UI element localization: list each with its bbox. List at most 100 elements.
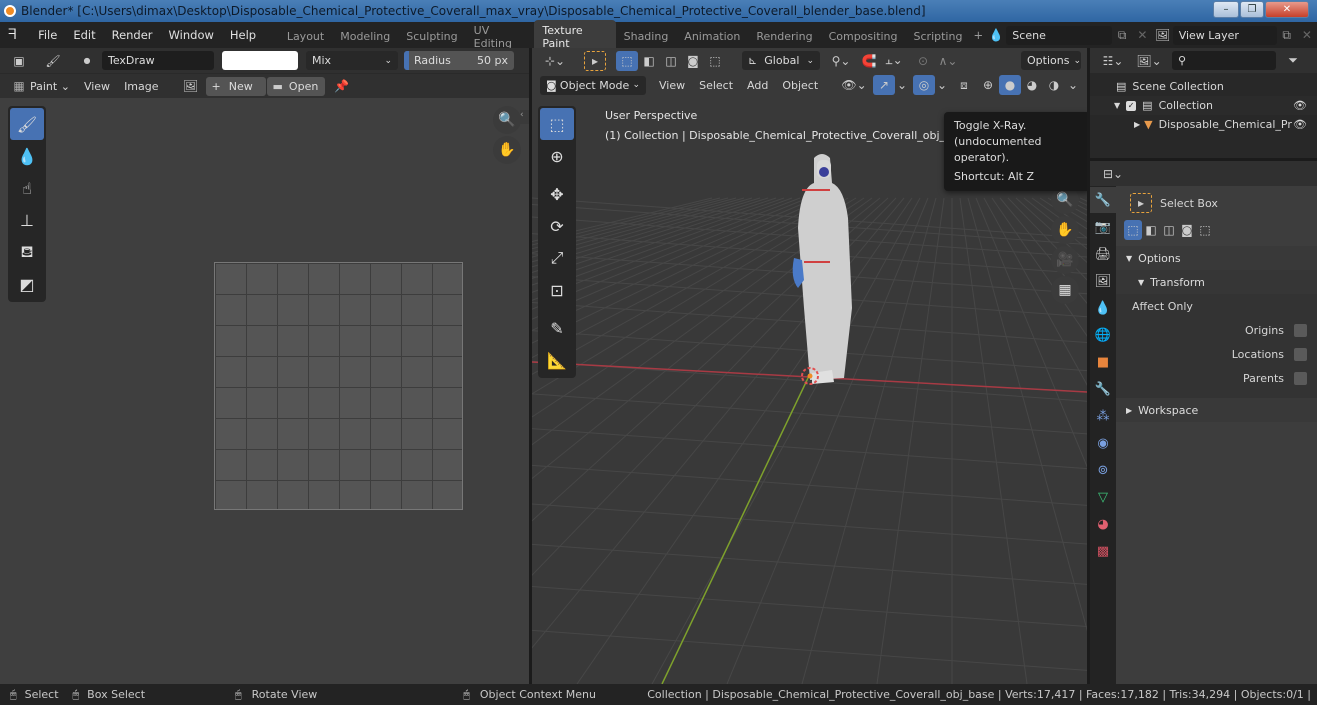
brush-color-swatch[interactable] xyxy=(222,51,298,70)
properties-editor-type-icon[interactable]: ⊟⌄ xyxy=(1098,164,1128,184)
tab-sculpting[interactable]: Sculpting xyxy=(398,26,465,47)
expand-arrow-icon[interactable]: ▶ xyxy=(1134,120,1140,129)
transform-tool-icon[interactable]: ⊡ xyxy=(540,274,574,306)
locations-option[interactable]: Locations xyxy=(1132,342,1317,366)
visibility-eye-icon[interactable]: 👁 xyxy=(1293,99,1307,112)
view-layer-field[interactable]: View Layer xyxy=(1172,25,1277,45)
menu-edit[interactable]: Edit xyxy=(65,28,103,42)
rotate-tool-icon[interactable]: ⟳ xyxy=(540,210,574,242)
pan-view-icon[interactable]: ✋ xyxy=(1051,216,1079,244)
sidebar-toggle-icon[interactable]: ‹ xyxy=(520,110,529,124)
transform-subpanel-header[interactable]: ▼ Transform xyxy=(1116,270,1317,294)
menu-view[interactable]: View xyxy=(77,80,117,93)
annotate-tool-icon[interactable]: ✎ xyxy=(540,312,574,344)
measure-tool-icon[interactable]: 📐 xyxy=(540,344,574,376)
world-tab-icon[interactable]: 🌐 xyxy=(1090,322,1116,348)
tab-compositing[interactable]: Compositing xyxy=(821,26,906,47)
outliner-search-input[interactable]: ⚲ xyxy=(1172,51,1276,70)
scene-tab-icon[interactable]: 💧 xyxy=(1090,295,1116,321)
tab-shading[interactable]: Shading xyxy=(616,26,677,47)
maximize-button[interactable]: ❐ xyxy=(1240,1,1264,18)
uv-image-canvas[interactable] xyxy=(214,262,463,510)
brush-icon[interactable]: 🖌 xyxy=(42,51,64,71)
add-workspace-button[interactable]: + xyxy=(970,28,986,42)
brush-preview-icon[interactable]: ● xyxy=(76,51,98,71)
soften-tool-icon[interactable]: 💧 xyxy=(10,140,44,172)
select-intersect-icon[interactable]: ⬚ xyxy=(1196,220,1214,240)
scene-icon[interactable]: 💧 xyxy=(986,25,1006,45)
expand-arrow-icon[interactable]: ▼ xyxy=(1114,101,1120,110)
origins-option[interactable]: Origins xyxy=(1132,318,1317,342)
brush-name-field[interactable]: TexDraw xyxy=(102,51,214,70)
workspace-panel-header[interactable]: ▶ Workspace xyxy=(1116,398,1317,422)
view-layer-icon[interactable]: 🖼 xyxy=(1152,25,1172,45)
tab-layout[interactable]: Layout xyxy=(279,26,332,47)
close-button[interactable]: ✕ xyxy=(1265,1,1309,18)
select-box-icon[interactable]: ⬚ xyxy=(540,108,574,140)
outliner-item-collection[interactable]: ▼ ✓ ▤ Collection 👁 xyxy=(1090,96,1317,115)
zoom-view-icon[interactable]: 🔍 xyxy=(493,106,521,134)
mask-tool-icon[interactable]: ◩ xyxy=(10,268,44,300)
open-image-button[interactable]: ▬ Open xyxy=(266,76,325,96)
paint-mode-icon[interactable]: ▦ xyxy=(8,76,30,96)
delete-scene-icon[interactable]: ✕ xyxy=(1132,25,1152,45)
blend-mode-dropdown[interactable]: Mix ⌄ xyxy=(306,51,398,70)
material-tab-icon[interactable]: ◕ xyxy=(1090,511,1116,537)
output-tab-icon[interactable]: 🖨 xyxy=(1090,241,1116,267)
parents-option[interactable]: Parents xyxy=(1132,366,1317,390)
tab-scripting[interactable]: Scripting xyxy=(906,26,971,47)
draw-tool-icon[interactable]: 🖌 xyxy=(10,108,44,140)
menu-file[interactable]: File xyxy=(30,28,65,42)
render-tab-icon[interactable]: 📷 xyxy=(1090,214,1116,240)
blender-menu-icon[interactable]: ᖷ xyxy=(8,27,30,43)
select-invert-icon[interactable]: ◙ xyxy=(1178,220,1196,240)
3d-viewport[interactable]: ⊹⌄ ▸ ⬚ ◧ ◫ ◙ ⬚ ⊾ Global ⌄ ⚲⌄ 🧲 ⫠⌄ ⊙ ∧⌄ Opt… xyxy=(532,48,1087,684)
pin-icon[interactable]: 📌 xyxy=(331,76,353,96)
constraints-tab-icon[interactable]: ⊚ xyxy=(1090,457,1116,483)
menu-window[interactable]: Window xyxy=(161,28,222,42)
cursor-tool-icon[interactable]: ⊕ xyxy=(540,140,574,172)
tab-rendering[interactable]: Rendering xyxy=(748,26,820,47)
smear-tool-icon[interactable]: ☝ xyxy=(10,172,44,204)
tab-modeling[interactable]: Modeling xyxy=(332,26,398,47)
new-scene-icon[interactable]: ⧉ xyxy=(1112,25,1132,45)
modifier-tab-icon[interactable]: 🔧 xyxy=(1090,376,1116,402)
delete-view-layer-icon[interactable]: ✕ xyxy=(1297,25,1317,45)
menu-help[interactable]: Help xyxy=(222,28,264,42)
camera-view-icon[interactable]: 🎥 xyxy=(1051,246,1079,274)
scale-tool-icon[interactable]: ⤢ xyxy=(540,242,574,274)
collection-checkbox[interactable]: ✓ xyxy=(1126,100,1137,111)
fill-tool-icon[interactable]: ⛾ xyxy=(10,236,44,268)
pan-view-icon[interactable]: ✋ xyxy=(493,136,521,164)
outliner-item-scene-collection[interactable]: ▤ Scene Collection xyxy=(1090,77,1317,96)
menu-render[interactable]: Render xyxy=(104,28,161,42)
menu-image[interactable]: Image xyxy=(117,80,165,93)
tool-tab-icon[interactable]: 🔧 xyxy=(1090,187,1116,213)
outliner-display-mode-icon[interactable]: ☷⌄ xyxy=(1098,51,1128,71)
physics-tab-icon[interactable]: ◉ xyxy=(1090,430,1116,456)
new-image-button[interactable]: + New xyxy=(205,76,266,96)
locations-checkbox[interactable] xyxy=(1294,347,1307,361)
texture-tab-icon[interactable]: ▩ xyxy=(1090,538,1116,564)
editor-type-icon[interactable]: ▣ xyxy=(8,51,30,71)
image-browse-icon[interactable]: 🖼 xyxy=(180,76,202,96)
object-tab-icon[interactable]: ■ xyxy=(1090,349,1116,375)
view-layer-tab-icon[interactable]: 🖼 xyxy=(1090,268,1116,294)
scene-field[interactable]: Scene xyxy=(1006,25,1113,45)
visibility-eye-icon[interactable]: 👁 xyxy=(1293,118,1307,131)
outliner-filter-icon[interactable]: ⏷ xyxy=(1282,51,1304,71)
clone-tool-icon[interactable]: ⊥ xyxy=(10,204,44,236)
coverall-model[interactable] xyxy=(772,148,882,398)
paint-mode-dropdown[interactable]: Paint ⌄ xyxy=(30,80,77,93)
radius-slider[interactable]: Radius 50 px xyxy=(404,51,514,70)
origins-checkbox[interactable] xyxy=(1294,323,1307,337)
outliner-item-object[interactable]: ▶ ▼ Disposable_Chemical_Pr 👁 xyxy=(1090,115,1317,134)
select-subtract-icon[interactable]: ◫ xyxy=(1160,220,1178,240)
new-view-layer-icon[interactable]: ⧉ xyxy=(1277,25,1297,45)
ortho-toggle-icon[interactable]: ▦ xyxy=(1051,276,1079,304)
data-tab-icon[interactable]: ▽ xyxy=(1090,484,1116,510)
particles-tab-icon[interactable]: ⁂ xyxy=(1090,403,1116,429)
select-extend-icon[interactable]: ◧ xyxy=(1142,220,1160,240)
tab-animation[interactable]: Animation xyxy=(676,26,748,47)
outliner-filter-scene-icon[interactable]: 🖼⌄ xyxy=(1134,51,1164,71)
